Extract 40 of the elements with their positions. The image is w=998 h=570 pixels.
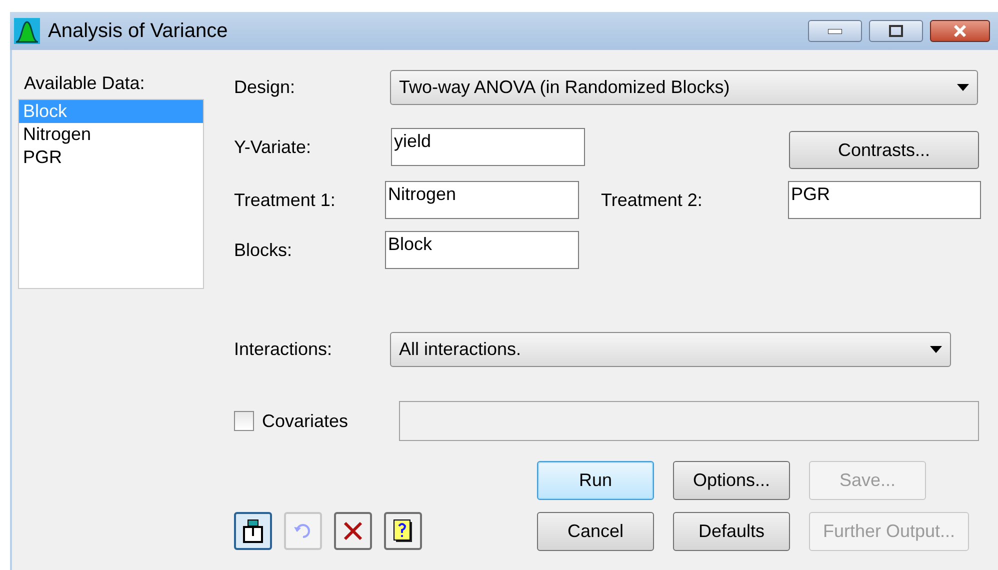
close-icon	[343, 521, 363, 541]
y-variate-field[interactable]: yield	[391, 128, 585, 166]
minimize-button[interactable]	[808, 20, 862, 42]
blocks-field[interactable]: Block	[385, 231, 579, 269]
dialog-button[interactable]: Defaults	[673, 512, 790, 551]
dropdown-arrow-icon	[957, 84, 969, 91]
help-icon	[393, 519, 413, 543]
field-label: Treatment 1:	[234, 188, 336, 212]
treatment-2-field[interactable]: PGR	[788, 181, 981, 219]
field-label: Design:	[234, 76, 296, 99]
field-label: Treatment 2:	[601, 188, 704, 212]
maximize-button[interactable]	[869, 20, 923, 42]
dialog-button[interactable]: Cancel	[537, 512, 654, 551]
minimize-icon	[828, 28, 842, 34]
covariates-field[interactable]	[399, 401, 979, 441]
close-button[interactable]	[930, 20, 990, 42]
restore-icon	[889, 25, 903, 37]
dialog-button[interactable]: Options...	[673, 461, 790, 500]
field-label: Blocks:	[234, 238, 294, 262]
treatment-1-field[interactable]: Nitrogen	[385, 181, 579, 219]
design-dropdown[interactable]: Two-way ANOVA (in Randomized Blocks)	[390, 70, 978, 105]
list-label: Available Data:	[24, 72, 146, 95]
window-title: Analysis of Variance	[48, 19, 228, 44]
app-logo-icon	[14, 18, 40, 44]
contrasts-button[interactable]: Contrasts...	[789, 131, 979, 169]
close-icon	[952, 25, 968, 37]
list-item[interactable]: PGR	[19, 146, 203, 169]
interactions-dropdown[interactable]: All interactions.	[390, 332, 951, 366]
dialog-button[interactable]: Run	[537, 461, 654, 500]
checkbox-label: Covariates	[262, 410, 350, 432]
pin-icon	[242, 518, 264, 544]
covariates-checkbox[interactable]	[234, 411, 254, 431]
toolbar-button[interactable]	[384, 512, 422, 550]
dropdown-arrow-icon	[930, 346, 942, 352]
field-label: Y-Variate:	[234, 136, 312, 158]
field-label: Interactions:	[234, 338, 334, 360]
list-item[interactable]: Nitrogen	[19, 123, 203, 146]
toolbar-button[interactable]	[334, 512, 372, 550]
undo-icon	[293, 523, 313, 539]
toolbar-button[interactable]	[234, 512, 272, 550]
